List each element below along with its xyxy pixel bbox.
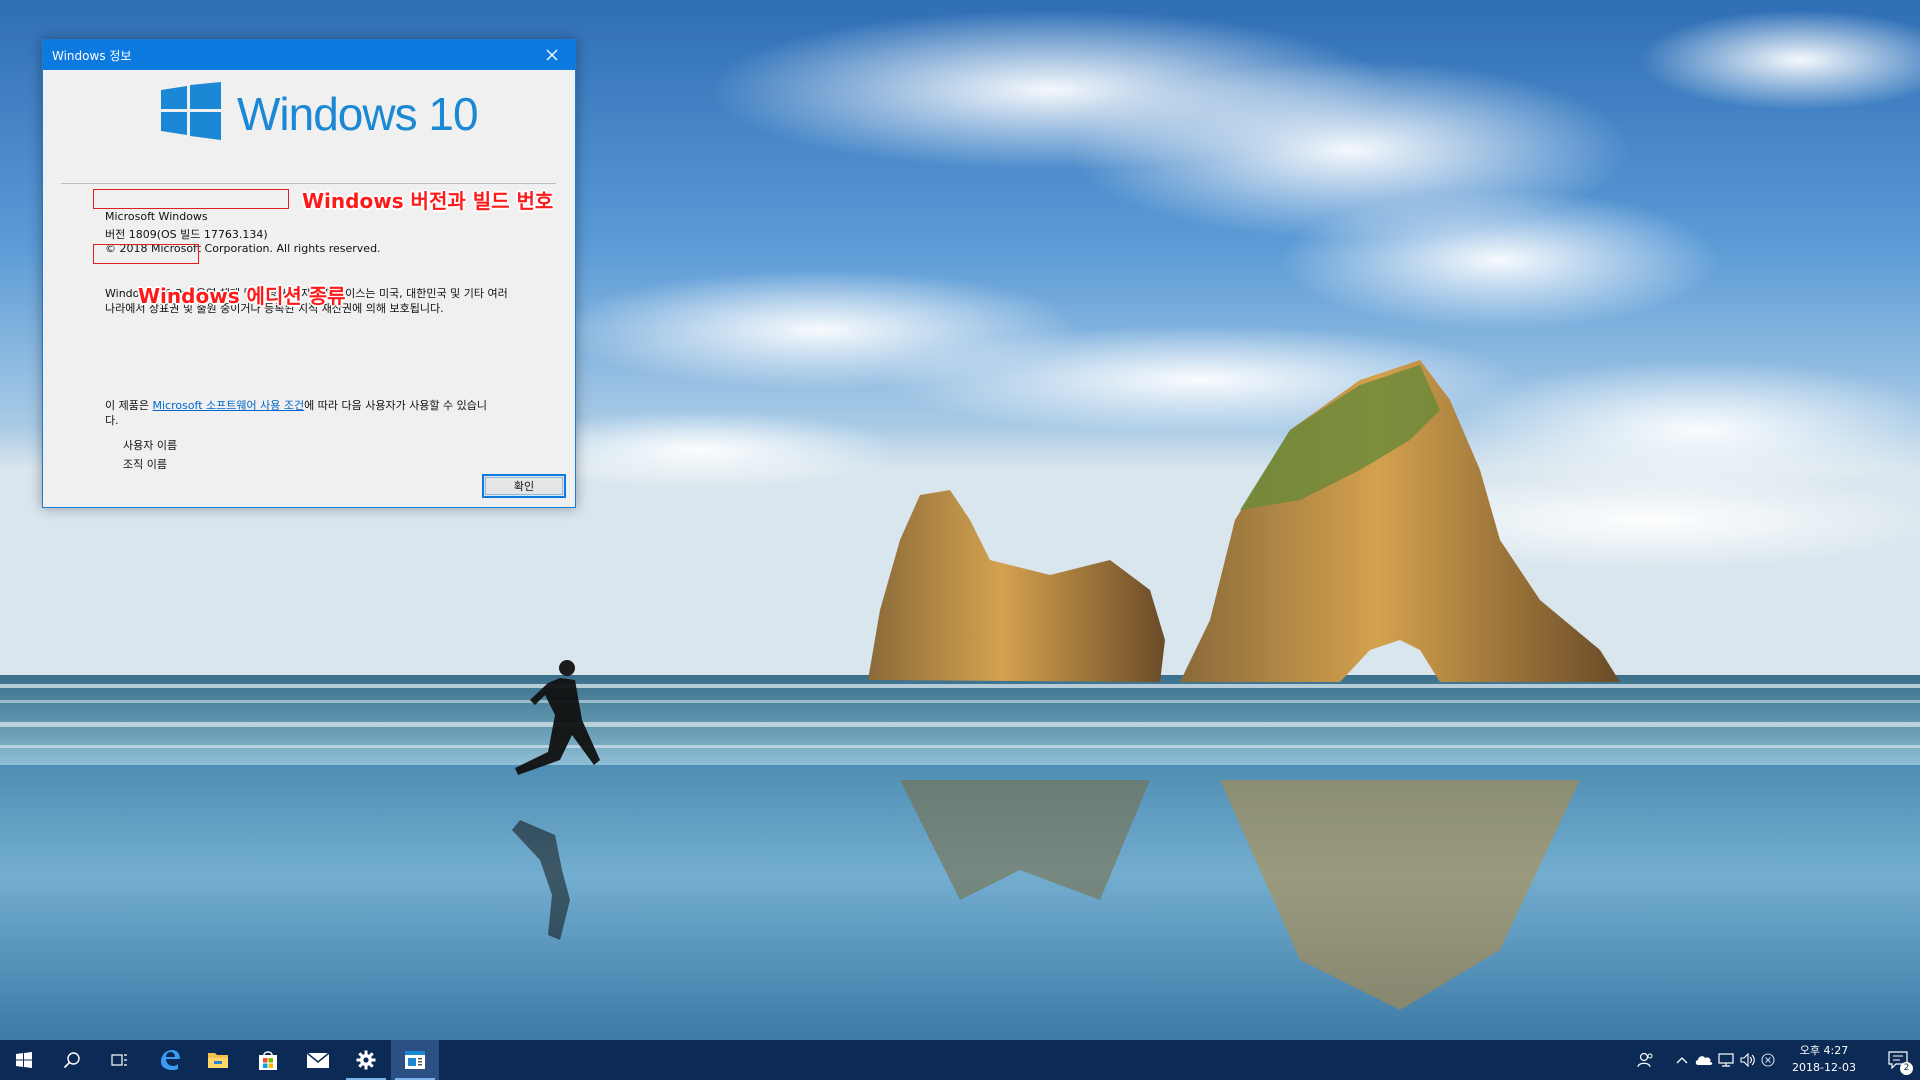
people-button[interactable]: [1635, 1050, 1655, 1070]
onedrive-button[interactable]: [1694, 1050, 1714, 1070]
taskbar: 오후 4:27 2018-12-03 2: [0, 1040, 1920, 1080]
license-notice: 이 제품은 Microsoft 소프트웨어 사용 조건에 따라 다음 사용자가 …: [105, 398, 495, 428]
dialog-title: Windows 정보: [52, 49, 132, 63]
edition-highlight-box: [93, 244, 199, 264]
onedrive-icon: [1695, 1056, 1713, 1065]
people-icon: [1637, 1052, 1653, 1068]
store-button[interactable]: [244, 1040, 292, 1080]
settings-button[interactable]: [342, 1040, 390, 1080]
chevron-up-icon: [1676, 1057, 1688, 1064]
close-icon: [546, 49, 558, 61]
version-annotation: Windows 버전과 빌드 번호: [302, 189, 554, 213]
file-explorer-button[interactable]: [194, 1040, 242, 1080]
file-explorer-icon: [208, 1053, 228, 1068]
registered-org-name: 조직 이름: [123, 458, 167, 471]
network-button[interactable]: [1716, 1050, 1736, 1070]
show-hidden-icons-button[interactable]: [1672, 1050, 1692, 1070]
edge-taskbar-button[interactable]: [146, 1040, 194, 1080]
mail-icon: [306, 1052, 330, 1068]
clock-date: 2018-12-03: [1792, 1061, 1856, 1074]
edge-icon: [161, 1050, 180, 1070]
store-icon: [259, 1051, 277, 1070]
mail-button[interactable]: [294, 1040, 342, 1080]
ok-button[interactable]: 확인: [482, 474, 566, 498]
version-highlight-box: [93, 189, 289, 209]
start-icon: [16, 1052, 32, 1068]
error-icon: [1761, 1053, 1775, 1067]
action-center-button[interactable]: 2: [1876, 1040, 1920, 1080]
close-button[interactable]: [529, 40, 575, 70]
registered-user-name: 사용자 이름: [123, 439, 178, 452]
volume-button[interactable]: [1738, 1050, 1758, 1070]
divider: [61, 183, 556, 184]
winver-taskbar-button[interactable]: [391, 1040, 439, 1080]
task-view-icon: [111, 1054, 127, 1066]
winver-icon: [405, 1051, 425, 1069]
version-info: 버전 1809(OS 빌드 17763.134): [105, 228, 268, 241]
product-name: Microsoft Windows: [105, 210, 208, 223]
start-button[interactable]: [0, 1040, 48, 1080]
windows-flag-icon: [161, 82, 221, 140]
network-icon: [1718, 1053, 1734, 1067]
logo-text: Windows 10: [237, 88, 479, 140]
volume-icon: [1740, 1052, 1755, 1068]
error-status-button[interactable]: [1758, 1050, 1778, 1070]
clock-time: 오후 4:27: [1799, 1044, 1849, 1057]
windows-10-logo: Windows 10: [161, 82, 481, 142]
settings-icon: [356, 1050, 376, 1070]
dialog-titlebar[interactable]: Windows 정보: [43, 40, 575, 70]
about-windows-dialog: Windows 정보 Windows 10 Microsoft Windows …: [42, 39, 576, 508]
search-button[interactable]: [48, 1040, 96, 1080]
edition-annotation: Windows 에디션 종류: [138, 284, 346, 308]
search-icon: [63, 1052, 80, 1069]
notification-count-badge: 2: [1900, 1062, 1913, 1075]
task-view-button[interactable]: [96, 1040, 144, 1080]
license-terms-link[interactable]: Microsoft 소프트웨어 사용 조건: [152, 399, 304, 412]
taskbar-clock[interactable]: 오후 4:27 2018-12-03: [1782, 1042, 1866, 1076]
license-prefix: 이 제품은: [105, 399, 153, 412]
